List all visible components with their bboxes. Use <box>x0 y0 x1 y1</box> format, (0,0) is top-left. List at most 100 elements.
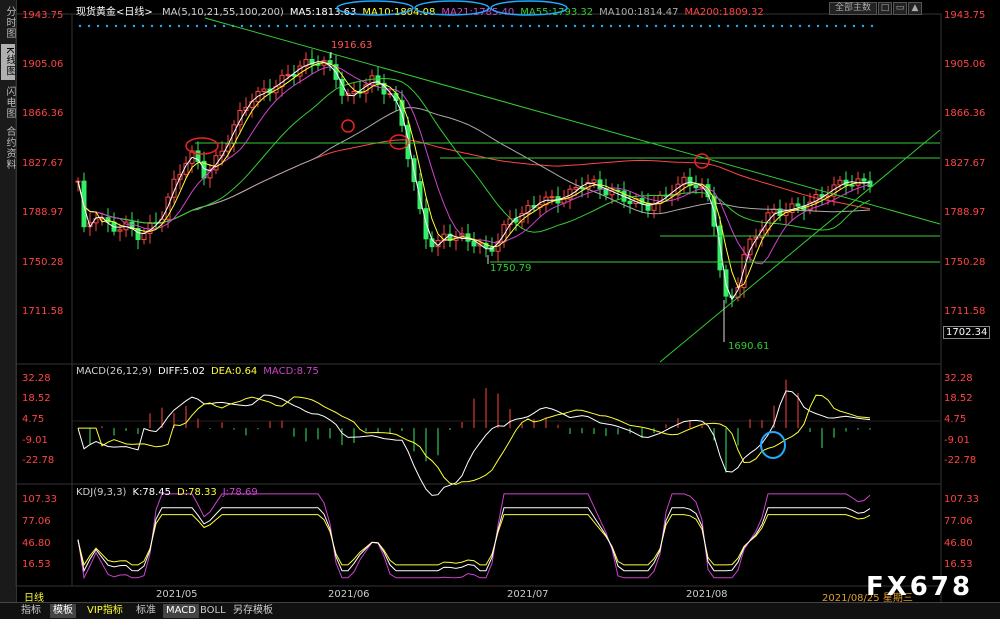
high-annotation: 1916.63 <box>331 40 373 51</box>
tab-boll[interactable]: BOLL <box>197 604 229 618</box>
candle-body <box>645 202 651 211</box>
dot-marker <box>465 24 469 28</box>
dot-marker <box>339 24 343 28</box>
dot-marker <box>699 24 703 28</box>
main_panel-legend-item: MA100:1814.47 <box>599 7 679 18</box>
axis-tick-right: 32.28 <box>944 373 973 384</box>
watermark-logo: FX678 <box>866 572 974 602</box>
tab-macd[interactable]: MACD <box>163 604 199 618</box>
axis-tick-left: 1943.75 <box>22 10 64 21</box>
tab-template[interactable]: 模板 <box>50 604 76 618</box>
dot-marker <box>474 24 478 28</box>
axis-tick-right: -9.01 <box>944 435 970 446</box>
candle-body <box>861 178 867 182</box>
candle-body <box>687 176 693 186</box>
dot-marker <box>510 24 514 28</box>
axis-tick-left: 1750.28 <box>22 257 64 268</box>
tab-save-template[interactable]: 另存模板 <box>230 604 276 618</box>
axis-tick-right: 1866.36 <box>944 108 986 119</box>
dot-marker <box>249 24 253 28</box>
candle-body <box>573 186 579 190</box>
dot-marker <box>600 24 604 28</box>
dot-marker <box>285 24 289 28</box>
macd-histogram <box>89 379 871 473</box>
dot-marker <box>852 24 856 28</box>
trendline-up <box>659 129 941 363</box>
red-ellipse-marker <box>185 137 219 155</box>
restore-icon[interactable]: □ <box>878 2 892 15</box>
dot-marker <box>627 24 631 28</box>
dot-marker <box>348 24 352 28</box>
dot-marker <box>411 24 415 28</box>
axis-tick-right: 46.80 <box>944 538 973 549</box>
axis-tick-right: 1788.97 <box>944 207 986 218</box>
all-params-button[interactable]: 全部主数 <box>829 2 877 15</box>
dot-marker <box>762 24 766 28</box>
dot-marker <box>519 24 523 28</box>
price-chart[interactable] <box>0 0 1000 602</box>
axis-tick-left: 16.53 <box>22 559 51 570</box>
month-label: 2021/05 <box>156 589 198 600</box>
dot-marker <box>420 24 424 28</box>
dot-marker <box>96 24 100 28</box>
candle-body <box>741 254 747 289</box>
candle-body <box>591 179 597 183</box>
kdj_panel-legend-item: D:78.33 <box>177 487 217 498</box>
dot-marker <box>177 24 181 28</box>
axis-tick-right: 1827.67 <box>944 158 986 169</box>
dot-marker <box>105 24 109 28</box>
macd-panel-frame <box>15 363 942 485</box>
dot-marker <box>87 24 91 28</box>
chart-window: 分时图 K线图 闪电图 合约资料 现货黄金<日线> MA(5,10,21,55,… <box>0 0 1000 619</box>
scroll-up-icon[interactable]: ▲ <box>908 2 922 15</box>
main_panel-legend-item: MA200:1809.32 <box>684 7 764 18</box>
dot-marker <box>438 24 442 28</box>
dot-marker <box>492 24 496 28</box>
dot-marker <box>501 24 505 28</box>
tab-indicator[interactable]: 指标 <box>18 604 44 618</box>
dot-marker <box>717 24 721 28</box>
axis-tick-right: 1750.28 <box>944 257 986 268</box>
candle-body <box>795 203 801 207</box>
kdj_panel-legend-item: J:78.69 <box>222 487 258 498</box>
dot-marker <box>726 24 730 28</box>
candle-body <box>141 232 147 241</box>
dot-marker <box>402 24 406 28</box>
dot-marker <box>204 24 208 28</box>
current-price-tag: 1702.34 <box>943 326 991 339</box>
dot-marker <box>690 24 694 28</box>
dot-marker <box>357 24 361 28</box>
dot-marker <box>780 24 784 28</box>
kdj_panel-legend-item: K:78.45 <box>132 487 172 498</box>
dot-marker <box>546 24 550 28</box>
dot-marker <box>843 24 847 28</box>
dot-marker <box>483 24 487 28</box>
dot-marker <box>78 24 82 28</box>
dot-marker <box>132 24 136 28</box>
candle-body <box>837 179 843 186</box>
dot-marker <box>654 24 658 28</box>
dot-marker <box>591 24 595 28</box>
dot-marker <box>294 24 298 28</box>
dot-marker <box>708 24 712 28</box>
dot-marker <box>564 24 568 28</box>
month-label: 2021/06 <box>328 589 370 600</box>
candle-body <box>549 196 555 199</box>
ma5-line <box>77 61 871 301</box>
tab-vip-indicator[interactable]: VIP指标 <box>84 604 126 618</box>
axis-tick-right: 77.06 <box>944 516 973 527</box>
macd_panel-legend-item: MACD:8.75 <box>263 366 319 377</box>
dot-marker <box>744 24 748 28</box>
dot-marker <box>456 24 460 28</box>
axis-tick-left: 46.80 <box>22 538 51 549</box>
window-icon[interactable]: ▭ <box>893 2 907 15</box>
blue-circle-marker <box>760 431 786 459</box>
tab-standard[interactable]: 标准 <box>133 604 159 618</box>
dot-marker <box>537 24 541 28</box>
axis-tick-left: 4.75 <box>22 414 45 425</box>
dot-marker <box>276 24 280 28</box>
dot-marker <box>366 24 370 28</box>
low2-annotation: 1690.61 <box>728 341 770 352</box>
axis-tick-left: 1827.67 <box>22 158 64 169</box>
low1-annotation: 1750.79 <box>490 263 532 274</box>
